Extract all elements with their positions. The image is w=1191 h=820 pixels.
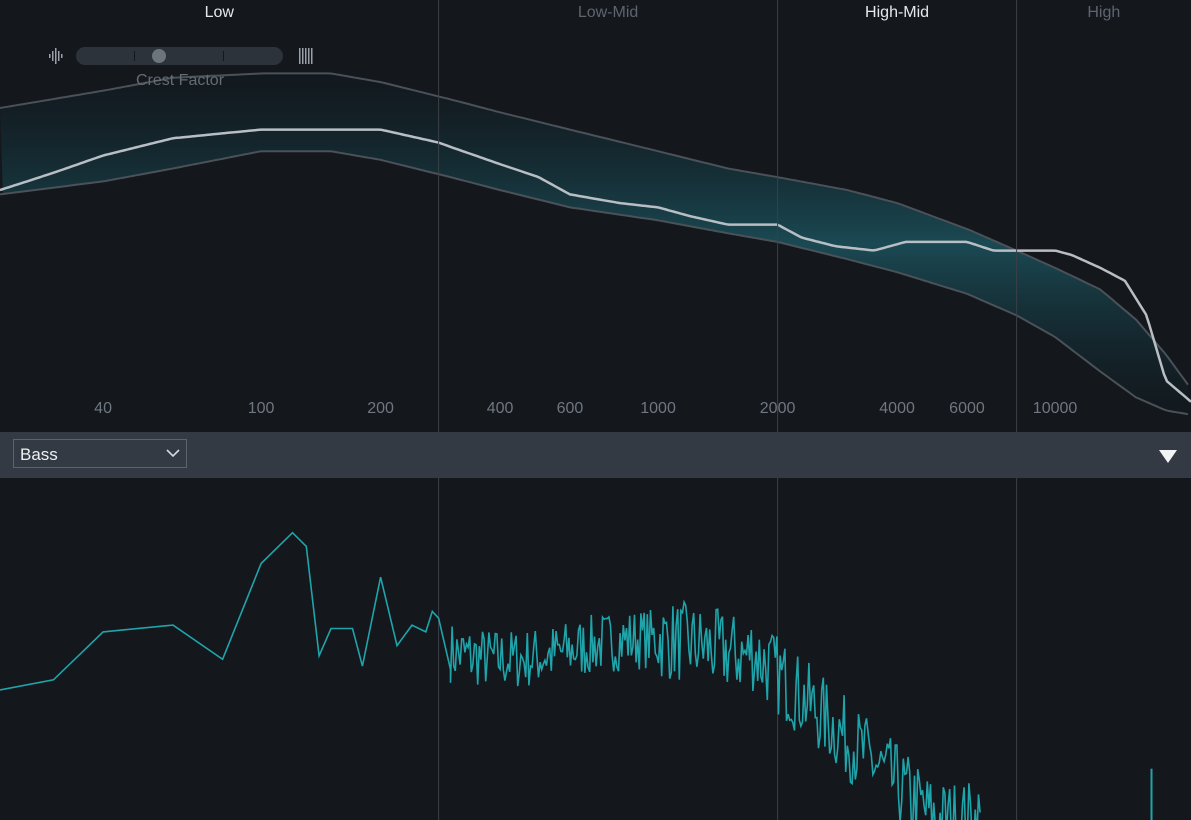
frequency-tick-label: 1000: [640, 400, 676, 417]
preset-selected-value: Bass: [20, 445, 58, 464]
crest-factor-label: Crest Factor: [136, 72, 225, 89]
slider-tick: [223, 51, 224, 61]
frequency-tick-label: 4000: [879, 400, 915, 417]
frequency-tick-label: 200: [367, 400, 394, 417]
frequency-tick-label: 100: [247, 400, 275, 417]
waveform-icon: [49, 48, 63, 64]
chevron-down-icon: [166, 449, 180, 458]
frequency-tick-label: 10000: [1032, 400, 1078, 417]
frequency-tick-label: 40: [94, 400, 112, 417]
crest-factor-slider[interactable]: [76, 47, 283, 65]
band-label-high-mid[interactable]: High-Mid: [865, 4, 929, 22]
slider-tick: [134, 51, 135, 61]
band-label-high[interactable]: High: [1087, 4, 1120, 22]
spectrum-curve: [0, 531, 981, 820]
band-label-low[interactable]: Low: [205, 4, 234, 22]
frequency-tick-label: 600: [556, 400, 584, 417]
reference-toolbar: Bass: [0, 432, 1191, 478]
crest-factor-control[interactable]: Crest Factor: [44, 44, 316, 90]
target-preset-dropdown[interactable]: Bass: [13, 439, 187, 468]
collapse-triangle-icon[interactable]: [1159, 450, 1177, 463]
dense-bars-icon: [299, 48, 313, 64]
target-range-fill: [0, 73, 1191, 415]
slider-thumb[interactable]: [151, 49, 166, 63]
frequency-tick-label: 6000: [949, 400, 985, 417]
frequency-tick-label: 400: [486, 400, 514, 417]
spectrum-plot: [0, 478, 1153, 820]
band-label-low-mid[interactable]: Low-Mid: [578, 4, 638, 22]
eq-analysis-panel[interactable]: Low Low-Mid High-Mid High 40 100 200 400 600 100…: [0, 0, 1191, 432]
frequency-tick-label: 2000: [759, 400, 796, 417]
